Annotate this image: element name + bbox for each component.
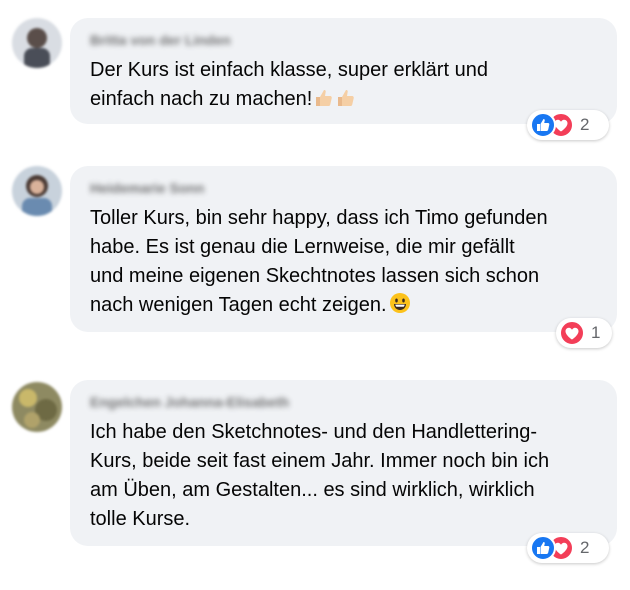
comment-bubble: Heidemarie Sonn Toller Kurs, bin sehr ha… xyxy=(70,166,617,332)
comment-text: Ich habe den Sketchnotes- und den Handle… xyxy=(90,421,550,530)
reactions-summary[interactable]: 1 xyxy=(556,318,612,348)
avatar[interactable] xyxy=(12,382,62,432)
reaction-count: 2 xyxy=(580,115,590,134)
reactions-summary[interactable]: 2 xyxy=(527,533,609,563)
author-name[interactable]: Britta von der Linden xyxy=(90,32,599,50)
reaction-count: 2 xyxy=(580,538,590,557)
like-icon xyxy=(530,535,556,561)
thumbs-up-emoji xyxy=(336,88,356,113)
reactions-summary[interactable]: 2 xyxy=(527,110,609,140)
comment-bubble: Engelchen Johanna-Elisabeth Ich habe den… xyxy=(70,380,617,546)
like-icon xyxy=(530,112,556,138)
comment-text: Der Kurs ist einfach klasse, super erklä… xyxy=(90,59,488,110)
comment-bubble: Britta von der Linden Der Kurs ist einfa… xyxy=(70,18,617,124)
love-icon xyxy=(559,320,585,346)
reaction-count: 1 xyxy=(591,323,601,342)
avatar[interactable] xyxy=(12,18,62,68)
grinning-emoji xyxy=(389,292,411,319)
author-name[interactable]: Engelchen Johanna-Elisabeth xyxy=(90,394,599,412)
author-name[interactable]: Heidemarie Sonn xyxy=(90,180,599,198)
avatar[interactable] xyxy=(12,166,62,216)
comment-text: Toller Kurs, bin sehr happy, dass ich Ti… xyxy=(90,207,548,316)
thumbs-up-emoji xyxy=(314,88,334,113)
